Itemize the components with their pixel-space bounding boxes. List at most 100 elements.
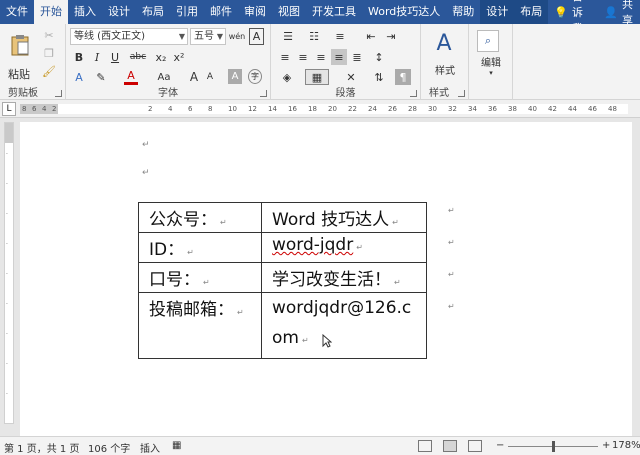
info-table[interactable]: 公众号： ↵ Word 技巧达人 ↵ ID： ↵ word-jqdr ↵ 口号： ↵ 学习…: [138, 202, 427, 359]
macro-record-icon[interactable]: ▦: [172, 440, 181, 451]
align-left-icon[interactable]: ≡: [277, 49, 293, 65]
shading-icon[interactable]: ◈: [277, 69, 297, 85]
strikethrough-button[interactable]: abc: [128, 49, 148, 65]
tab-layout[interactable]: 布局: [136, 0, 170, 24]
font-name-select[interactable]: 等线 (西文正文) ▼: [70, 28, 188, 45]
chinese-layout-icon[interactable]: ✕: [341, 69, 361, 85]
sort-icon[interactable]: ⇅: [371, 69, 387, 85]
ruler-tick-label: 30: [428, 105, 437, 113]
character-shading-icon[interactable]: A: [228, 69, 242, 84]
align-right-icon[interactable]: ≡: [313, 49, 329, 65]
clipboard-launcher-icon[interactable]: [55, 90, 62, 97]
text-effects-icon[interactable]: A: [72, 69, 86, 85]
table-cell[interactable]: ID： ↵: [138, 232, 262, 263]
zoom-level[interactable]: 178%: [612, 440, 640, 451]
justify-icon[interactable]: ≡: [331, 49, 347, 65]
cut-icon[interactable]: ✂: [42, 28, 56, 42]
document-page[interactable]: ↵ ↵ 公众号： ↵ Word 技巧达人 ↵ ID： ↵ word-jqdr ↵ 口号：…: [20, 122, 632, 436]
insert-mode[interactable]: 插入: [140, 440, 160, 455]
table-cell[interactable]: 投稿邮箱： ↵: [138, 292, 262, 359]
tab-file[interactable]: 文件: [0, 0, 34, 24]
shrink-font-button[interactable]: A: [204, 69, 216, 85]
bold-button[interactable]: B: [72, 49, 86, 65]
web-layout-icon[interactable]: [468, 440, 482, 452]
underline-button[interactable]: U: [108, 49, 122, 65]
table-cell[interactable]: Word 技巧达人 ↵: [261, 202, 427, 233]
tab-mailings[interactable]: 邮件: [204, 0, 238, 24]
zoom-slider-thumb[interactable]: [552, 441, 555, 452]
chevron-down-icon: ▼: [178, 32, 185, 41]
borders-icon[interactable]: ▦: [305, 69, 329, 85]
table-cell[interactable]: word-jqdr ↵: [261, 232, 427, 263]
grow-font-button[interactable]: A: [188, 69, 200, 85]
tell-me-box[interactable]: 💡 告诉我: [548, 0, 598, 35]
tab-table-design[interactable]: 设计: [480, 0, 515, 24]
print-layout-icon[interactable]: [443, 440, 457, 452]
paste-button[interactable]: [6, 28, 34, 62]
tab-word-tips[interactable]: Word技巧达人: [362, 0, 446, 24]
horizontal-ruler[interactable]: L 8 6 4 2 2 4 6 8 10 12 14 16 18 20 22 24 26 28 30 32 34 36 38…: [0, 100, 640, 118]
editing-label[interactable]: 编辑: [473, 54, 509, 69]
align-center-icon[interactable]: ≡: [295, 49, 311, 65]
increase-indent-icon[interactable]: ⇥: [383, 28, 399, 44]
styles-icon[interactable]: A: [429, 28, 459, 58]
ruler-tick-label: 2: [52, 105, 57, 113]
enclose-characters-icon[interactable]: 字: [248, 69, 262, 84]
distributed-icon[interactable]: ≣: [349, 49, 365, 65]
read-mode-icon[interactable]: [418, 440, 432, 452]
font-color-button[interactable]: A: [124, 69, 138, 85]
tab-design[interactable]: 设计: [102, 0, 136, 24]
paragraph-launcher-icon[interactable]: [410, 90, 417, 97]
font-group: 等线 (西文正文) ▼ 五号 ▼ wén A B I U abc x₂ x² A…: [66, 24, 271, 100]
highlight-icon[interactable]: ✎: [92, 69, 110, 85]
ruler-tick-label: 4: [168, 105, 173, 113]
show-marks-icon[interactable]: ¶: [395, 69, 411, 85]
cell-end-mark: ↵: [187, 248, 194, 257]
font-size-select[interactable]: 五号 ▼: [190, 28, 226, 45]
subscript-button[interactable]: x₂: [154, 49, 168, 65]
tab-table-layout[interactable]: 布局: [514, 0, 549, 24]
character-border-button[interactable]: A: [249, 28, 264, 45]
copy-icon[interactable]: ❐: [42, 46, 56, 60]
word-count[interactable]: 106 个字: [88, 440, 130, 455]
styles-launcher-icon[interactable]: [458, 90, 465, 97]
document-area[interactable]: ↵ ↵ 公众号： ↵ Word 技巧达人 ↵ ID： ↵ word-jqdr ↵ 口号：…: [20, 118, 640, 436]
phonetic-guide-button[interactable]: wén: [228, 28, 246, 45]
vertical-ruler[interactable]: · · · · · · · · ·: [4, 122, 14, 424]
chevron-down-icon[interactable]: ▾: [473, 68, 509, 78]
numbering-icon[interactable]: ☷: [303, 28, 325, 44]
italic-button[interactable]: I: [90, 49, 104, 65]
share-button[interactable]: 👤 共享: [598, 0, 640, 27]
multilevel-list-icon[interactable]: ≡: [329, 28, 351, 44]
table-cell[interactable]: 公众号： ↵: [138, 202, 262, 233]
page-count[interactable]: 第 1 页，共 1 页: [4, 440, 79, 455]
font-launcher-icon[interactable]: [260, 90, 267, 97]
change-case-button[interactable]: Aa: [154, 69, 174, 85]
tab-home[interactable]: 开始: [34, 0, 68, 24]
table-cell[interactable]: wordjqdr@126.com ↵: [261, 292, 427, 359]
tab-help[interactable]: 帮助: [446, 0, 480, 24]
tab-review[interactable]: 审阅: [238, 0, 272, 24]
table-row: 公众号： ↵ Word 技巧达人 ↵: [138, 202, 427, 233]
table-cell[interactable]: 学习改变生活！ ↵: [261, 262, 427, 293]
ruler-tick-label: 40: [528, 105, 537, 113]
bullets-icon[interactable]: ☰: [277, 28, 299, 44]
table-cell[interactable]: 口号： ↵: [138, 262, 262, 293]
search-icon[interactable]: ⌕: [477, 30, 499, 52]
zoom-out-button[interactable]: −: [496, 440, 504, 451]
tab-selector[interactable]: L: [2, 102, 16, 116]
styles-button-label[interactable]: 样式: [425, 62, 465, 77]
ruler-tick-label: 28: [408, 105, 417, 113]
decrease-indent-icon[interactable]: ⇤: [363, 28, 379, 44]
line-spacing-icon[interactable]: ↕: [369, 49, 389, 65]
ribbon: 粘贴 ✂ ❐ 🖌 剪贴板 等线 (西文正文) ▼ 五号 ▼ wén A B I …: [0, 24, 640, 100]
tab-references[interactable]: 引用: [170, 0, 204, 24]
row-end-mark: ↵: [448, 238, 455, 247]
zoom-in-button[interactable]: +: [602, 440, 610, 451]
tab-developer[interactable]: 开发工具: [306, 0, 362, 24]
ruler-tick-label: 44: [568, 105, 577, 113]
superscript-button[interactable]: x²: [172, 49, 186, 65]
format-painter-icon[interactable]: 🖌: [42, 64, 56, 78]
tab-insert[interactable]: 插入: [68, 0, 102, 24]
tab-view[interactable]: 视图: [272, 0, 306, 24]
